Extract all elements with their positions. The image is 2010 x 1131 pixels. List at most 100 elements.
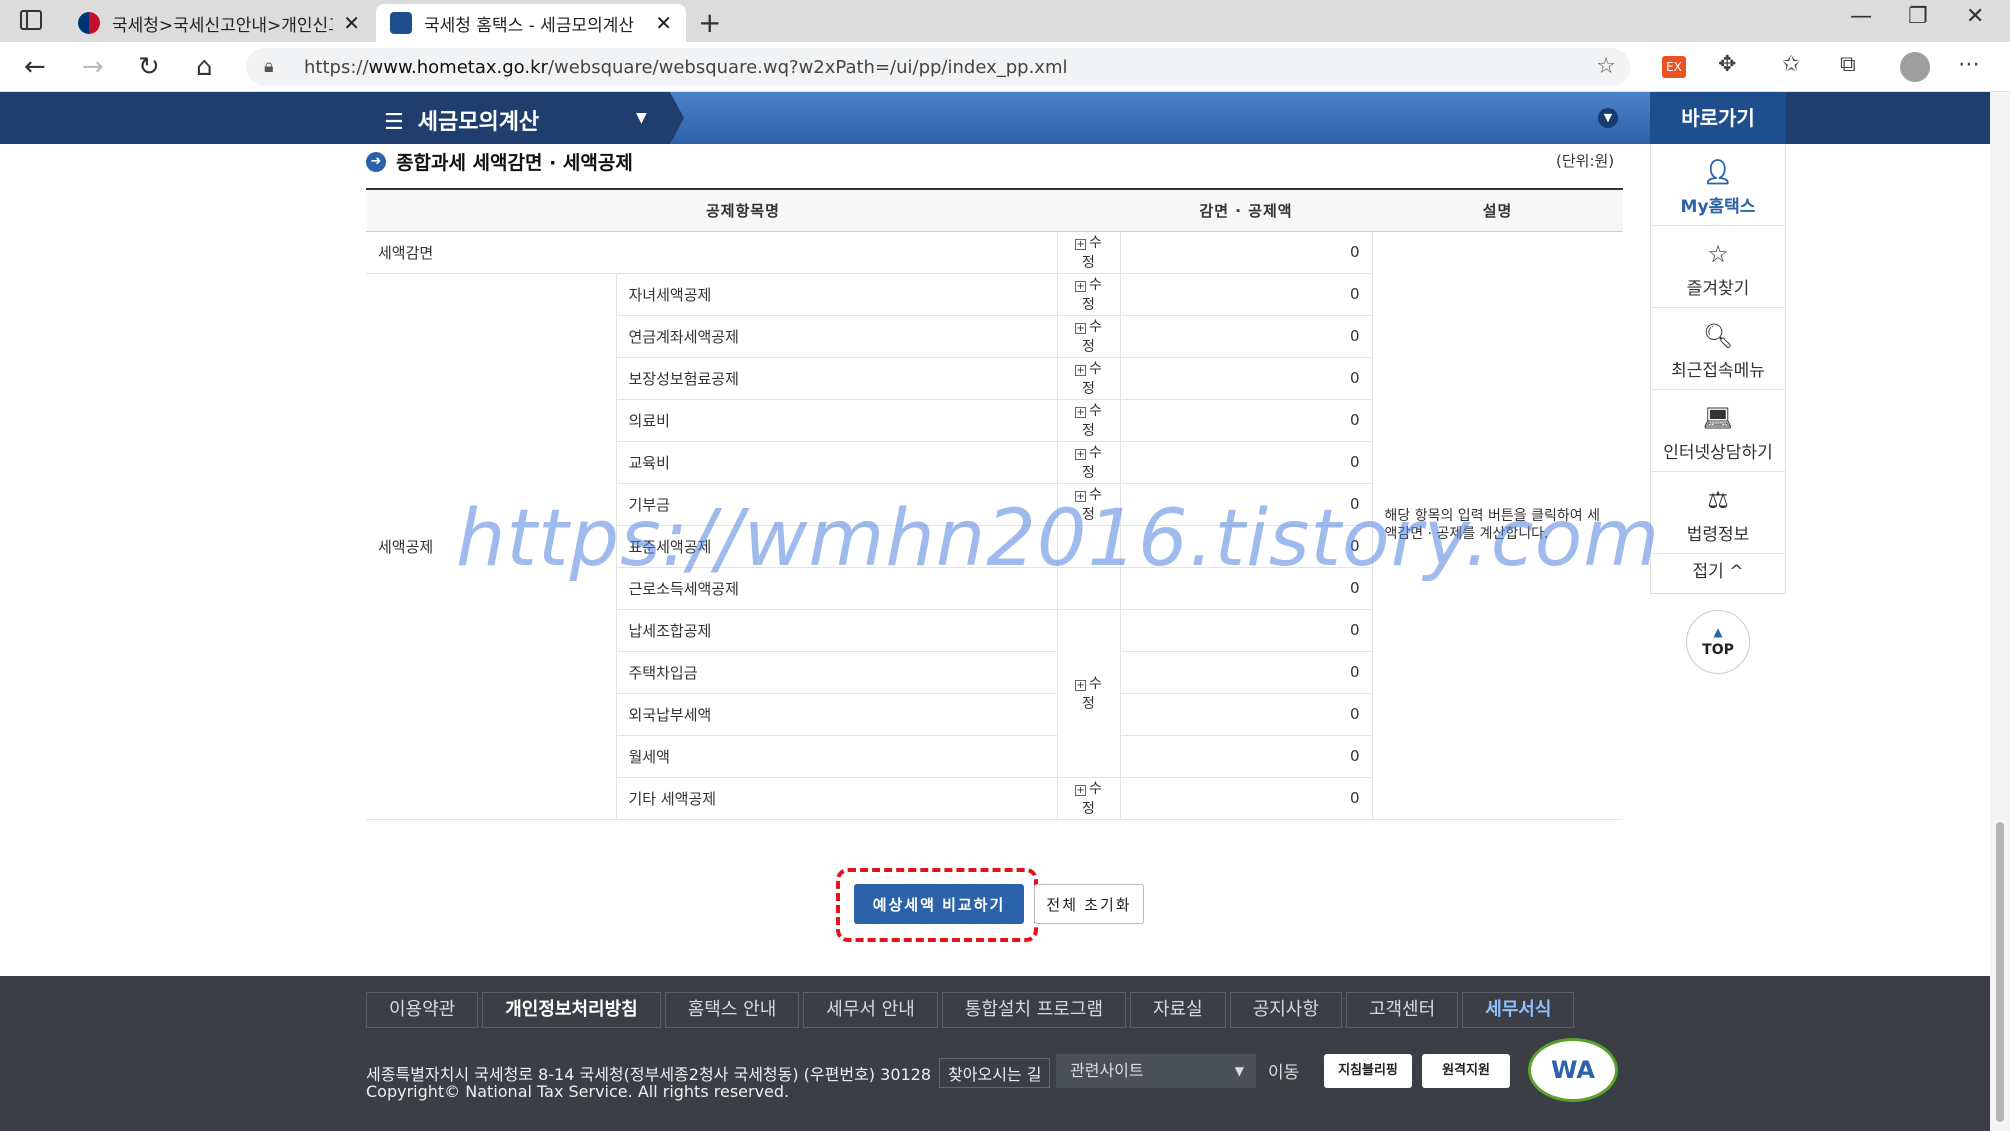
amount-value: 0 — [1119, 315, 1372, 358]
edit-button[interactable]: + 수정 — [1056, 609, 1120, 778]
footer-copyright: Copyright© National Tax Service. All rig… — [366, 1082, 790, 1101]
item-name: 자녀세액공제 — [615, 273, 1057, 316]
edit-button[interactable]: + 수정 — [1056, 315, 1120, 358]
footer-link-taxoffice[interactable]: 세무서 안내 — [803, 992, 938, 1028]
footer-link-install[interactable]: 통합설치 프로그램 — [941, 992, 1126, 1028]
footer-menu: 이용약관 개인정보처리방침 홈택스 안내 세무서 안내 통합설치 프로그램 자료… — [366, 992, 1578, 1028]
address-bar[interactable]: 🔒︎ https://www.hometax.go.kr/websquare/w… — [246, 48, 1630, 86]
scroll-thumb[interactable] — [1996, 822, 2004, 1122]
amount-value: 0 — [1119, 777, 1372, 820]
collections-icon[interactable]: ⧉ — [1840, 52, 1856, 77]
menu-title[interactable]: ☰ 세금모의계산 — [384, 104, 539, 136]
page-scrollbar[interactable] — [1990, 92, 2010, 1131]
edit-button[interactable]: + 수정 — [1056, 357, 1120, 400]
minimize-icon[interactable]: — — [1850, 4, 1872, 29]
footer-link-forms[interactable]: 세무서식 — [1462, 992, 1575, 1028]
edit-cell-empty — [1056, 525, 1120, 568]
edit-button[interactable]: + 수정 — [1056, 273, 1120, 316]
item-name: 기부금 — [615, 483, 1057, 526]
tab-title: 국세청>국세신고안내>개인신고 — [112, 15, 334, 36]
move-button[interactable]: 이동 — [1268, 1058, 1299, 1083]
compare-tax-button[interactable]: 예상세액 비교하기 — [854, 884, 1024, 924]
item-name: 표준세액공제 — [615, 525, 1057, 568]
browser-tab-1[interactable]: 국세청>국세신고안내>개인신고 ✕ — [64, 4, 374, 42]
extension-ex-icon[interactable]: EX — [1662, 56, 1686, 78]
reset-all-button[interactable]: 전체 초기화 — [1034, 884, 1144, 924]
plus-icon: + — [1075, 239, 1087, 250]
edit-button[interactable]: + 수정 — [1056, 399, 1120, 442]
footer-link-support[interactable]: 고객센터 — [1345, 992, 1459, 1028]
footer-link-library[interactable]: 자료실 — [1130, 992, 1226, 1028]
quicklink-favorites[interactable]: ☆ 즐겨찾기 — [1651, 226, 1785, 308]
quicklink-law[interactable]: ⚖ 법령정보 — [1651, 472, 1785, 554]
refresh-icon[interactable]: ↻ — [138, 52, 160, 82]
top-button[interactable]: ▲ TOP — [1686, 610, 1750, 674]
amount-value: 0 — [1119, 735, 1372, 778]
laptop-icon: 💻︎ — [1702, 404, 1734, 432]
close-window-icon[interactable]: ✕ — [1966, 4, 1984, 29]
header-description: 설명 — [1372, 188, 1623, 232]
footer-link-hometax-guide[interactable]: 홈택스 안내 — [664, 992, 800, 1028]
amount-value: 0 — [1119, 441, 1372, 484]
home-icon[interactable]: ⌂ — [196, 52, 213, 82]
description-text: 해당 항목의 입력 버튼을 클릭하여 세액감면 · 공제를 계산합니다. — [1371, 231, 1623, 820]
remote-support-badge[interactable]: 원격지원 — [1422, 1054, 1510, 1088]
related-site-select[interactable]: 관련사이트 ▼ — [1056, 1054, 1256, 1088]
item-name: 보장성보험료공제 — [615, 357, 1057, 400]
amount-value: 0 — [1119, 567, 1372, 610]
gavel-icon: ⚖ — [1707, 486, 1729, 514]
quicklink-recent[interactable]: 🔍︎ 최근접속메뉴 — [1651, 308, 1785, 390]
amount-value: 0 — [1119, 693, 1372, 736]
extensions-icon[interactable]: ✥ — [1718, 52, 1736, 77]
amount-value: 0 — [1119, 609, 1372, 652]
quicklink-consult[interactable]: 💻︎ 인터넷상담하기 — [1651, 390, 1785, 472]
header-item-name: 공제항목명 — [366, 188, 1120, 232]
chevron-down-icon[interactable]: ▼ — [1598, 108, 1618, 128]
unit-label: (단위:원) — [1556, 152, 1615, 170]
close-tab-icon[interactable]: ✕ — [655, 11, 672, 35]
amount-value: 0 — [1119, 651, 1372, 694]
find-way-link[interactable]: 찾아오시는 길 — [939, 1058, 1051, 1088]
footer-link-privacy[interactable]: 개인정보처리방침 — [482, 992, 661, 1028]
edit-button[interactable]: + 수정 — [1056, 777, 1120, 820]
plus-icon: + — [1075, 407, 1087, 418]
tab-actions-icon[interactable] — [20, 10, 42, 30]
quicklink-myhometax[interactable]: 👤︎ My홈택스 — [1651, 144, 1785, 226]
item-name: 연금계좌세액공제 — [615, 315, 1057, 358]
browser-tab-2[interactable]: 국세청 홈택스 - 세금모의계산 ✕ — [376, 4, 686, 42]
new-tab-icon[interactable]: + — [698, 6, 721, 39]
star-icon: ☆ — [1707, 240, 1729, 268]
edit-button[interactable]: + 수정 — [1056, 231, 1120, 274]
quicklink-header: 바로가기 — [1650, 92, 1786, 144]
plus-icon: + — [1075, 491, 1087, 502]
profile-avatar[interactable] — [1900, 52, 1930, 82]
back-icon[interactable]: ← — [24, 52, 46, 82]
edit-button[interactable]: + 수정 — [1056, 441, 1120, 484]
group-reduction-label: 세액감면 — [366, 231, 1057, 274]
plus-icon: + — [1075, 323, 1087, 334]
close-tab-icon[interactable]: ✕ — [343, 11, 360, 35]
add-favorite-icon[interactable]: ☆ — [1596, 54, 1616, 79]
deduction-table: 공제항목명 감면 · 공제액 설명 세액감면 + 수정 0 해당 항목의 입력 버… — [366, 188, 1623, 820]
edit-button[interactable]: + 수정 — [1056, 483, 1120, 526]
more-icon[interactable]: ⋯ — [1958, 52, 1980, 77]
caret-down-icon: ▼ — [1234, 1064, 1244, 1078]
url-text: https://www.hometax.go.kr/websquare/webs… — [304, 57, 1068, 78]
lock-icon: 🔒︎ — [264, 56, 274, 77]
item-name: 근로소득세액공제 — [615, 567, 1057, 610]
restore-icon[interactable]: ❐ — [1908, 4, 1928, 29]
user-icon: 👤︎ — [1702, 158, 1734, 186]
caret-down-icon[interactable]: ▼ — [636, 110, 647, 126]
plus-icon: + — [1075, 785, 1087, 796]
guide-badge[interactable]: 지침블리핑 — [1324, 1054, 1412, 1088]
favorites-icon[interactable]: ✩ — [1782, 52, 1800, 77]
plus-icon: + — [1075, 365, 1087, 376]
forward-icon[interactable]: → — [82, 52, 104, 82]
footer-link-terms[interactable]: 이용약관 — [366, 992, 479, 1028]
plus-icon: + — [1075, 680, 1087, 691]
plus-icon: + — [1075, 449, 1087, 460]
chevron-up-icon: ^ — [1729, 562, 1744, 582]
footer-link-notice[interactable]: 공지사항 — [1229, 992, 1342, 1028]
fold-button[interactable]: 접기 ^ — [1651, 554, 1785, 590]
group-deduction-label: 세액공제 — [366, 273, 616, 820]
